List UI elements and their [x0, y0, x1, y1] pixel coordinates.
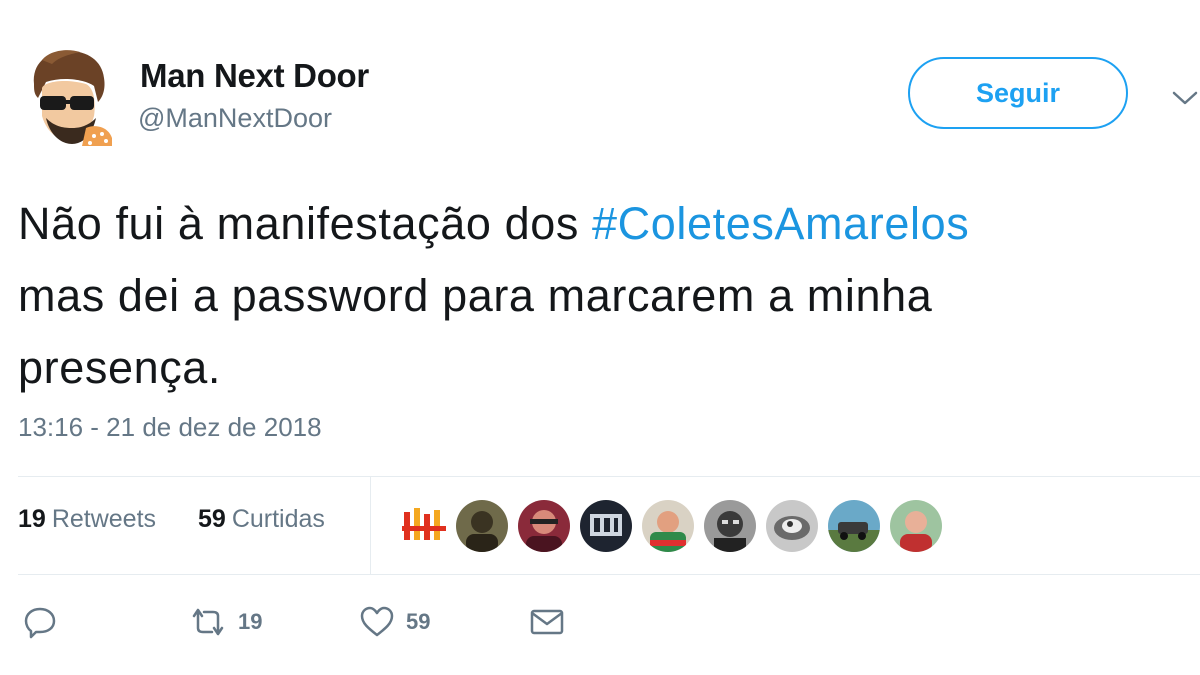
likes-stat[interactable]: 59 Curtidas — [198, 505, 325, 534]
divider — [18, 476, 1200, 477]
author-handle[interactable]: @ManNextDoor — [138, 103, 332, 134]
chevron-down-icon[interactable] — [1170, 88, 1200, 108]
tweet-text-line-1: Não fui à manifestação dos — [18, 198, 593, 249]
divider — [18, 574, 1200, 575]
liker-avatar-1[interactable] — [396, 498, 452, 554]
liker-avatar-3[interactable] — [516, 498, 572, 554]
liker-avatar-6[interactable] — [702, 498, 758, 554]
reply-icon — [22, 604, 58, 640]
envelope-icon — [528, 604, 566, 640]
tweet-timestamp[interactable]: 13:16 - 21 de dez de 2018 — [18, 412, 322, 443]
retweet-count: 19 — [238, 609, 263, 634]
liker-avatar-7[interactable] — [764, 498, 820, 554]
direct-message-button[interactable] — [528, 604, 566, 640]
retweets-stat[interactable]: 19 Retweets — [18, 505, 156, 534]
retweet-icon — [188, 604, 228, 640]
follow-button[interactable]: Seguir — [908, 57, 1128, 129]
liker-avatar-9[interactable] — [888, 498, 944, 554]
liker-avatar-2[interactable] — [454, 498, 510, 554]
like-count: 59 — [406, 609, 431, 634]
liker-avatar-4[interactable] — [578, 498, 634, 554]
liker-avatar-8[interactable] — [826, 498, 882, 554]
tweet-text: Não fui à manifestação dos #ColetesAmare… — [18, 188, 1200, 404]
retweets-count: 19 — [18, 505, 46, 533]
liker-avatar-5[interactable] — [640, 498, 696, 554]
divider — [370, 476, 371, 574]
likes-count: 59 — [198, 505, 226, 533]
reply-button[interactable] — [22, 604, 58, 640]
retweet-button[interactable]: 19 — [188, 604, 262, 640]
author-name[interactable]: Man Next Door — [140, 57, 369, 95]
heart-icon — [358, 604, 396, 640]
hashtag-link[interactable]: #ColetesAmarelos — [592, 198, 969, 249]
author-avatar[interactable] — [24, 46, 114, 146]
tweet-text-line-2: mas dei a password para marcarem a minha — [18, 270, 933, 321]
likes-label: Curtidas — [231, 505, 325, 533]
like-button[interactable]: 59 — [358, 604, 430, 640]
retweets-label: Retweets — [51, 505, 157, 533]
tweet-text-line-3: presença. — [18, 342, 222, 393]
